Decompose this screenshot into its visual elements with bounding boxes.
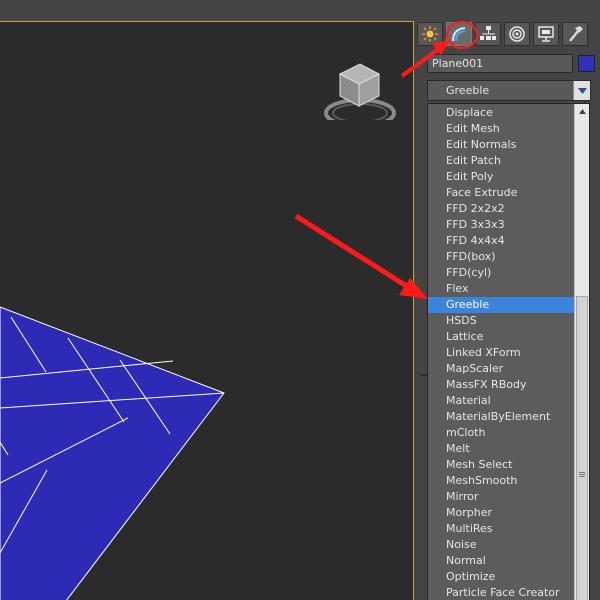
list-item[interactable]: Mirror	[428, 489, 574, 505]
scroll-up-button[interactable]	[575, 104, 589, 119]
list-item[interactable]: FFD(cyl)	[428, 265, 574, 281]
utilities-tab[interactable]	[562, 22, 588, 46]
list-item[interactable]: Displace	[428, 105, 574, 121]
hammer-icon	[569, 26, 583, 42]
list-item[interactable]: mCloth	[428, 425, 574, 441]
list-item[interactable]: Material	[428, 393, 574, 409]
thumb-grip	[579, 472, 585, 473]
list-item[interactable]: Noise	[428, 537, 574, 553]
hierarchy-tab[interactable]	[475, 22, 501, 46]
modifier-bend-icon	[452, 27, 466, 42]
list-item[interactable]: HSDS	[428, 313, 574, 329]
list-item[interactable]: Edit Normals	[428, 137, 574, 153]
perspective-viewport[interactable]	[0, 21, 414, 600]
create-tab[interactable]	[417, 22, 443, 46]
list-item[interactable]: MeshSmooth	[428, 473, 574, 489]
sun-star-icon	[422, 26, 438, 42]
modifier-list-dropdown-button[interactable]	[573, 81, 590, 100]
display-tab[interactable]	[533, 22, 559, 46]
list-item[interactable]: FFD 4x4x4	[428, 233, 574, 249]
plane-object[interactable]	[0, 306, 225, 600]
list-item[interactable]: Edit Mesh	[428, 121, 574, 137]
list-item[interactable]: Lattice	[428, 329, 574, 345]
monitor-icon	[538, 26, 554, 42]
list-item[interactable]: FFD(box)	[428, 249, 574, 265]
list-item[interactable]: Flex	[428, 281, 574, 297]
list-item[interactable]: FFD 3x3x3	[428, 217, 574, 233]
modifier-list-dropdown[interactable]: Displace Edit Mesh Edit Normals Edit Patch E…	[427, 103, 590, 600]
list-item[interactable]: Face Extrude	[428, 185, 574, 201]
modifier-list-combo[interactable]: Greeble	[427, 80, 591, 101]
list-item[interactable]: Melt	[428, 441, 574, 457]
command-panel-tabs	[417, 22, 591, 48]
list-item[interactable]: FFD 2x2x2	[428, 201, 574, 217]
list-item[interactable]: Edit Poly	[428, 169, 574, 185]
modifier-list-scrollbar[interactable]	[574, 104, 589, 600]
chevron-down-icon	[577, 87, 587, 94]
list-item[interactable]: MapScaler	[428, 361, 574, 377]
motion-icon	[509, 26, 525, 42]
list-item[interactable]: Optimize	[428, 569, 574, 585]
scroll-thumb[interactable]	[576, 296, 588, 600]
list-item[interactable]: Normal	[428, 553, 574, 569]
list-item[interactable]: Mesh Select	[428, 457, 574, 473]
modifier-list-value: Greeble	[446, 84, 490, 97]
chevron-up-icon	[578, 109, 586, 114]
object-name-field[interactable]: Plane001	[427, 54, 573, 73]
list-item[interactable]: Linked XForm	[428, 345, 574, 361]
list-item[interactable]: Morpher	[428, 505, 574, 521]
list-item-selected[interactable]: Greeble	[428, 297, 574, 313]
list-item[interactable]: MultiRes	[428, 521, 574, 537]
list-item[interactable]: Particle Face Creator	[428, 585, 574, 600]
list-item[interactable]: Edit Patch	[428, 153, 574, 169]
top-toolbar-strip	[0, 0, 600, 20]
modifier-list: Displace Edit Mesh Edit Normals Edit Patch E…	[428, 105, 574, 600]
list-item[interactable]: MaterialByElement	[428, 409, 574, 425]
thumb-grip	[579, 474, 585, 475]
thumb-grip	[579, 476, 585, 477]
list-item[interactable]: MassFX RBody	[428, 377, 574, 393]
modify-tab[interactable]	[446, 22, 472, 46]
object-color-swatch[interactable]	[578, 55, 595, 72]
hierarchy-icon	[480, 26, 496, 40]
motion-tab[interactable]	[504, 22, 530, 46]
